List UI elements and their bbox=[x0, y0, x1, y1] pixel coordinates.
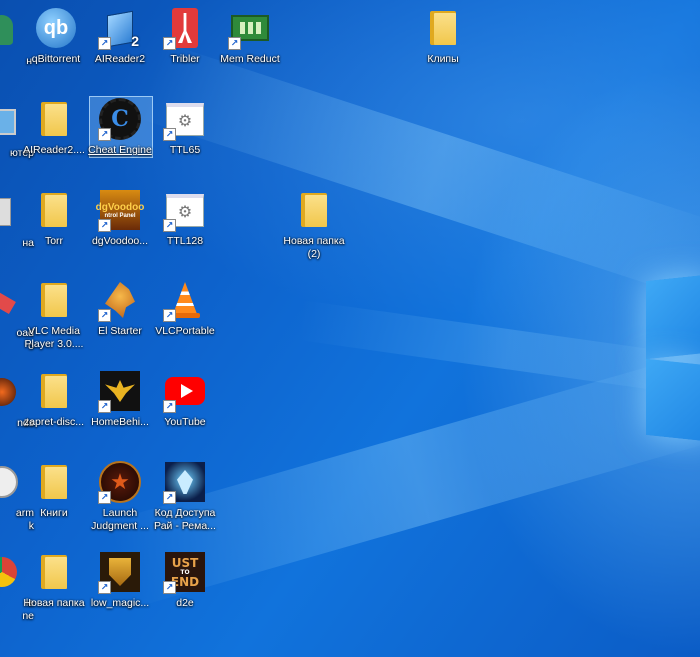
cheat-engine-shortcut[interactable]: C ↗ Cheat Engine bbox=[88, 97, 152, 157]
shortcut-arrow-icon: ↗ bbox=[163, 400, 176, 413]
low-magic-shortcut[interactable]: ↗ low_magic... bbox=[88, 550, 152, 610]
shortcut-arrow-icon: ↗ bbox=[163, 491, 176, 504]
tribler-shortcut[interactable]: ↗ Tribler bbox=[153, 6, 217, 66]
folder-icon bbox=[41, 374, 67, 408]
folder-icon bbox=[41, 193, 67, 227]
windows-logo-pane bbox=[646, 274, 700, 360]
memreduct-shortcut[interactable]: ↗ Mem Reduct bbox=[218, 6, 282, 66]
shortcut-arrow-icon: ↗ bbox=[98, 37, 111, 50]
kod-dostupa-shortcut[interactable]: ↗ Код Доступа Рай - Рема... bbox=[153, 460, 217, 532]
dgvoodoo-shortcut[interactable]: dgVoodoo ntrol Panel ↗ dgVoodoo... bbox=[88, 188, 152, 248]
shortcut-arrow-icon: ↗ bbox=[98, 491, 111, 504]
folder-icon bbox=[430, 11, 456, 45]
folder-icon bbox=[41, 283, 67, 317]
vlc-media-folder[interactable]: VLC Media Player 3.0.... bbox=[22, 278, 86, 350]
new-folder[interactable]: Новая папка bbox=[22, 550, 86, 610]
el-starter-shortcut[interactable]: ↗ El Starter bbox=[88, 278, 152, 338]
folder-icon bbox=[41, 102, 67, 136]
aireader2-shortcut[interactable]: 2 ↗ AIReader2 bbox=[88, 6, 152, 66]
shortcut-arrow-icon: ↗ bbox=[163, 128, 176, 141]
shortcut-arrow-icon: ↗ bbox=[98, 219, 111, 232]
folder-icon bbox=[301, 193, 327, 227]
shortcut-arrow-icon: ↗ bbox=[163, 581, 176, 594]
shortcut-arrow-icon: ↗ bbox=[163, 309, 176, 322]
qbittorrent-icon: qb bbox=[36, 8, 76, 48]
homebehind-shortcut[interactable]: ↗ HomeBehi... bbox=[88, 369, 152, 429]
new-folder-2[interactable]: Новая папка (2) bbox=[282, 188, 346, 260]
youtube-shortcut[interactable]: ↗ YouTube bbox=[153, 369, 217, 429]
windows-logo-pane bbox=[646, 358, 700, 442]
d2e-shortcut[interactable]: UST TO END ↗ d2e bbox=[153, 550, 217, 610]
shortcut-arrow-icon: ↗ bbox=[98, 400, 111, 413]
shortcut-arrow-icon: ↗ bbox=[98, 581, 111, 594]
zapret-folder[interactable]: zapret-disc... bbox=[22, 369, 86, 429]
vlcportable-shortcut[interactable]: ↗ VLCPortable bbox=[153, 278, 217, 338]
shortcut-arrow-icon: ↗ bbox=[163, 37, 176, 50]
shortcut-arrow-icon: ↗ bbox=[98, 128, 111, 141]
folder-icon bbox=[41, 465, 67, 499]
books-folder[interactable]: Книги bbox=[22, 460, 86, 520]
folder-icon bbox=[41, 555, 67, 589]
ttl128-shortcut[interactable]: ⚙ ↗ TTL128 bbox=[153, 188, 217, 248]
aireader-folder[interactable]: AIReader2.... bbox=[22, 97, 86, 157]
qbittorrent-shortcut[interactable]: qb qBittorrent bbox=[24, 6, 88, 66]
shortcut-arrow-icon: ↗ bbox=[228, 37, 241, 50]
shortcut-arrow-icon: ↗ bbox=[163, 219, 176, 232]
clips-folder[interactable]: Клипы bbox=[411, 6, 475, 66]
torr-folder[interactable]: Torr bbox=[22, 188, 86, 248]
shortcut-arrow-icon: ↗ bbox=[98, 309, 111, 322]
launch-judgment-shortcut[interactable]: ★ ↗ Launch Judgment ... bbox=[88, 460, 152, 532]
ttl65-shortcut[interactable]: ⚙ ↗ TTL65 bbox=[153, 97, 217, 157]
